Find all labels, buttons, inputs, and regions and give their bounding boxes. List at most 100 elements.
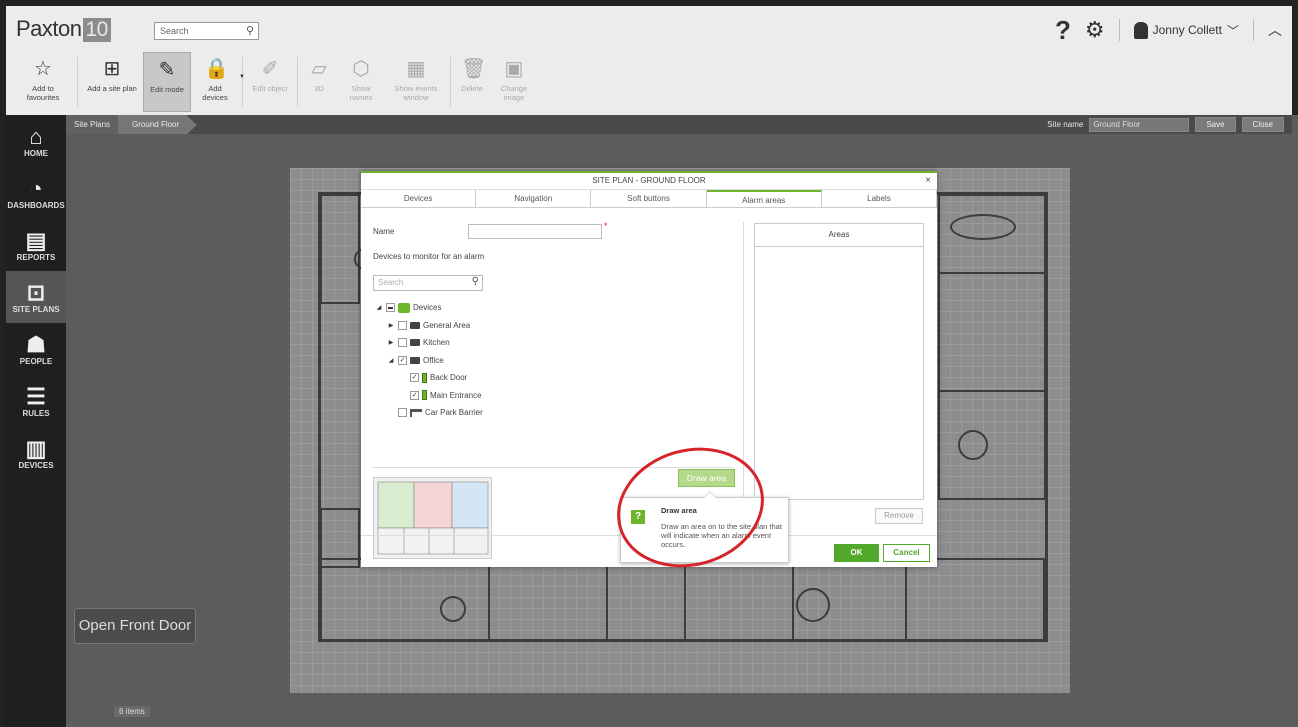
tab-labels[interactable]: Labels: [822, 190, 938, 207]
tree-item-label: Devices: [413, 303, 442, 313]
checkbox[interactable]: ✓: [410, 390, 419, 400]
3d-icon: ▱: [311, 58, 327, 80]
checkbox[interactable]: ✓: [410, 373, 419, 383]
toolbar-delete-button[interactable]: 🗑 Delete: [454, 52, 490, 112]
site-name-input[interactable]: Ground Floor: [1089, 117, 1190, 132]
dropdown-arrow-icon[interactable]: ▼: [239, 74, 245, 80]
breadcrumb-site-plans[interactable]: Site Plans: [66, 115, 119, 134]
folder-icon: [410, 356, 420, 364]
nav-devices[interactable]: ▥ DEVICES: [6, 427, 66, 479]
devices-icon: ▥: [25, 435, 47, 461]
folder-icon: [410, 339, 420, 347]
tab-alarm-areas[interactable]: Alarm areas: [706, 190, 822, 207]
toolbar-edit-object-button[interactable]: ✐ Edit object: [246, 52, 294, 112]
tab-navigation[interactable]: Navigation: [476, 190, 592, 207]
draw-area-tooltip: ? Draw area Draw an area on to the site …: [620, 491, 789, 563]
gear-icon[interactable]: ⚙: [1085, 17, 1105, 43]
open-front-door-button[interactable]: Open Front Door: [74, 608, 196, 644]
search-input[interactable]: Search ⚲: [154, 22, 259, 40]
nav-label: HOME: [24, 148, 48, 158]
cancel-button[interactable]: Cancel: [883, 544, 930, 562]
close-icon[interactable]: ×: [925, 173, 931, 189]
toolbar-change-image-button[interactable]: ▣ Change image: [490, 52, 538, 112]
site-plan-add-icon: ⊞: [103, 58, 121, 80]
nav-home[interactable]: ⌂ HOME: [6, 115, 66, 167]
nav-label: PEOPLE: [19, 356, 53, 366]
site-plan-thumbnail: [373, 477, 492, 559]
tree-item-label: Kitchen: [423, 338, 450, 348]
expand-toggle-icon[interactable]: ◢: [375, 304, 383, 311]
checkbox[interactable]: [398, 320, 407, 330]
tab-devices[interactable]: Devices: [361, 190, 477, 207]
top-right-controls: ? ⚙ Jonny Collett ﹀ ︿: [1055, 15, 1282, 46]
tree-item[interactable]: ▶ General Area: [375, 317, 483, 335]
toolbar-show-events-window-button[interactable]: ▦ Show events window: [385, 52, 447, 112]
nav-label: SITE PLANS: [12, 304, 60, 314]
toolbar-3d-button[interactable]: ▱ 3D: [301, 52, 337, 112]
save-button[interactable]: Save: [1195, 117, 1236, 132]
ok-button[interactable]: OK: [834, 544, 879, 562]
expand-toggle-icon[interactable]: ▶: [387, 322, 395, 329]
breadcrumb: Site Plans Ground Floor Site name Ground…: [66, 115, 1292, 134]
nav-label: RULES: [22, 408, 50, 418]
required-marker: *: [604, 221, 608, 231]
tree-item[interactable]: Car Park Barrier: [375, 404, 483, 422]
dashboard-icon: ◔: [29, 175, 43, 201]
nav-people[interactable]: ☗ PEOPLE: [6, 323, 66, 375]
toolbar-add-to-favourites-button[interactable]: ☆ Add to favourites: [12, 52, 74, 112]
area-name-input[interactable]: [468, 224, 602, 239]
device-search-input[interactable]: Search ⚲: [373, 275, 483, 291]
door-icon: [422, 390, 427, 401]
nav-site-plans[interactable]: ⊡ SITE PLANS: [6, 271, 66, 323]
user-avatar-icon: [1133, 21, 1148, 39]
toolbar-show-names-button[interactable]: ⬡ Show names: [337, 52, 385, 112]
toolbar-label: Edit object: [252, 84, 288, 93]
events-window-icon: ▦: [406, 58, 426, 80]
tab-soft-buttons[interactable]: Soft buttons: [591, 190, 707, 207]
tree-item[interactable]: ▶ Kitchen: [375, 334, 483, 352]
remove-button[interactable]: Remove: [875, 508, 923, 524]
people-icon: ☗: [26, 331, 46, 357]
breadcrumb-ground-floor: Ground Floor: [118, 115, 188, 134]
tree-item[interactable]: ◢ Devices: [375, 299, 483, 317]
trash-icon: 🗑: [461, 58, 487, 80]
toolbar: ☆ Add to favourites ⊞ Add a site plan ▼ ✎ Edit…: [12, 52, 538, 112]
user-menu[interactable]: Jonny Collett ﹀: [1133, 21, 1239, 39]
toolbar-label: Change image: [500, 84, 528, 102]
site-name-label: Site name: [1047, 120, 1084, 129]
site-name-controls: Site name Ground Floor Save Close: [1047, 117, 1284, 132]
nav-label: REPORTS: [16, 252, 56, 262]
tree-item[interactable]: ✓ Back Door: [375, 369, 483, 387]
nav-rules[interactable]: ☰ RULES: [6, 375, 66, 427]
expand-toggle-icon[interactable]: ◢: [387, 357, 395, 364]
item-count-badge: 6 items: [114, 706, 150, 717]
nav-reports[interactable]: ▤ REPORTS: [6, 219, 66, 271]
tag-icon: ⬡: [352, 58, 370, 80]
folder-icon: [410, 321, 420, 329]
collapse-toolbar-icon[interactable]: ︿: [1268, 20, 1282, 40]
toolbar-add-a-site-plan-button[interactable]: ⊞Add a site plan▼: [81, 52, 149, 112]
help-icon[interactable]: ?: [1055, 15, 1071, 46]
checkbox[interactable]: ✓: [398, 355, 407, 365]
search-icon[interactable]: ⚲: [246, 24, 254, 37]
edit-mode-icon: ✎: [158, 59, 176, 81]
checkbox[interactable]: [398, 338, 407, 348]
edit-object-icon: ✐: [261, 58, 279, 80]
tree-item[interactable]: ◢ ✓ Office: [375, 352, 483, 370]
toolbar-edit-mode-button[interactable]: ✎ Edit mode: [143, 52, 191, 112]
lock-icon: 🔒: [204, 58, 229, 80]
search-icon[interactable]: ⚲: [472, 276, 479, 287]
alarm-areas-panel: Name * Devices to monitor for an alarm S…: [361, 210, 937, 559]
checkbox[interactable]: [398, 408, 407, 418]
nav-dashboards[interactable]: ◔ DASHBOARDS: [6, 167, 66, 219]
help-icon: ?: [631, 510, 645, 524]
areas-list[interactable]: Areas: [754, 223, 924, 500]
draw-area-button[interactable]: Draw area: [678, 469, 735, 487]
tree-item-label: Back Door: [430, 373, 468, 383]
checkbox[interactable]: [386, 303, 395, 313]
expand-toggle-icon[interactable]: ▶: [387, 339, 395, 346]
tree-item[interactable]: ✓ Main Entrance: [375, 387, 483, 405]
close-button[interactable]: Close: [1241, 117, 1284, 132]
top-bar: Paxton 10 Search ⚲ ? ⚙ Jonny Collett ﹀ ︿ ☆ A…: [0, 0, 1298, 115]
toolbar-add-devices-button[interactable]: 🔒 Add devices ▼: [191, 52, 245, 112]
